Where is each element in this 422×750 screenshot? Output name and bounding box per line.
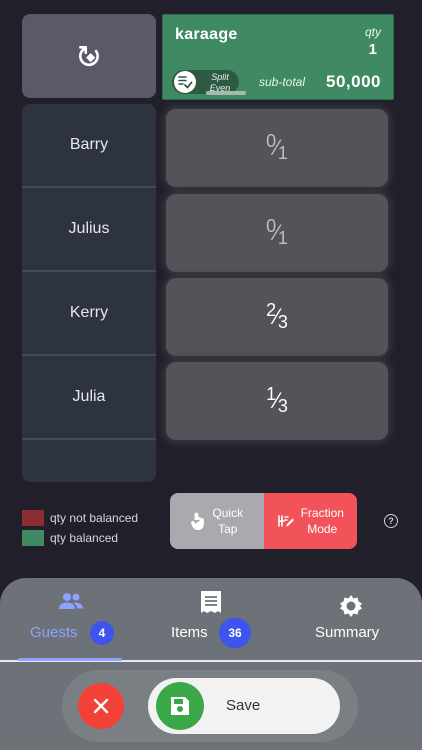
cancel-button[interactable]	[78, 683, 124, 729]
guests-count-badge: 4	[90, 621, 114, 645]
subtotal-label: sub-total	[259, 75, 306, 89]
action-tray: Save	[62, 670, 358, 742]
guest-row[interactable]: Julius	[22, 188, 156, 272]
guest-row[interactable]: Barry	[22, 104, 156, 188]
fraction-edit-icon	[277, 515, 294, 527]
fraction-value: 0 ⁄ 1	[266, 216, 288, 248]
tab-guests-label: Guests	[30, 624, 78, 641]
fraction-denominator: 3	[277, 312, 288, 332]
tab-summary[interactable]: Summary	[312, 578, 392, 662]
items-count-badge: 36	[219, 618, 251, 648]
not-balanced-swatch	[22, 510, 44, 526]
reset-split-button[interactable]	[22, 14, 156, 98]
floppy-disk-icon	[171, 697, 189, 715]
fraction-denominator: 1	[277, 143, 288, 163]
tab-bar: Guests 4 Items 36 Summary	[0, 578, 422, 662]
tap-hand-icon	[191, 512, 205, 530]
bottom-panel: Guests 4 Items 36 Summary Save	[0, 578, 422, 750]
people-icon	[59, 593, 83, 609]
fraction-cell-kerry[interactable]: 2 ⁄ 3	[166, 278, 388, 356]
active-tab-indicator	[18, 658, 122, 661]
receipt-icon	[201, 591, 221, 613]
qty-label: qty	[364, 25, 381, 39]
not-balanced-label: qty not balanced	[50, 511, 139, 525]
fraction-cell-julius[interactable]: 0 ⁄ 1	[166, 194, 388, 272]
fraction-denominator: 3	[277, 396, 288, 416]
fraction-cell-barry[interactable]: 0 ⁄ 1	[166, 109, 388, 187]
guest-list: Barry Julius Kerry Julia	[22, 104, 156, 482]
guest-row[interactable]: Kerry	[22, 272, 156, 356]
quick-tap-label: Quick Tap	[212, 505, 243, 537]
tab-summary-label: Summary	[315, 624, 380, 641]
fraction-numerator: 1	[266, 384, 277, 404]
guest-row[interactable]: Julia	[22, 356, 156, 440]
rotate-icon	[79, 46, 99, 67]
mode-toggle: Quick Tap Fraction Mode	[170, 493, 357, 549]
quick-tap-button[interactable]: Quick Tap	[170, 493, 264, 549]
save-label: Save	[226, 697, 261, 714]
fraction-mode-label: Fraction Mode	[301, 505, 344, 537]
balance-legend: qty not balanced qty balanced	[22, 508, 138, 548]
split-line-1: Split	[211, 72, 229, 82]
fraction-line-2: Mode	[307, 522, 338, 536]
qty-value: 1	[368, 41, 377, 58]
fraction-line-1: Fraction	[300, 506, 344, 520]
close-icon	[93, 698, 109, 714]
balanced-label: qty balanced	[50, 531, 119, 545]
tab-guests[interactable]: Guests 4	[18, 578, 122, 662]
quick-line-2: Tap	[218, 522, 238, 536]
subtotal-value: 50,000	[326, 72, 381, 91]
fraction-cell-julia[interactable]: 1 ⁄ 3	[166, 362, 388, 440]
item-card: karaage qty 1 Split Even sub-total 50,00…	[162, 14, 394, 100]
split-even-toggle[interactable]: Split Even	[172, 70, 246, 95]
fraction-value: 2 ⁄ 3	[266, 300, 288, 332]
balanced-swatch	[22, 530, 44, 546]
fraction-denominator: 1	[277, 228, 288, 248]
quick-line-1: Quick	[212, 506, 244, 520]
save-button[interactable]: Save	[148, 678, 340, 734]
item-name: karaage	[175, 26, 238, 43]
save-icon-badge	[156, 682, 204, 730]
fraction-value: 1 ⁄ 3	[266, 384, 288, 416]
tab-items-label: Items	[171, 624, 208, 641]
fraction-numerator: 0	[266, 216, 277, 236]
fraction-value: 0 ⁄ 1	[266, 131, 288, 163]
fraction-mode-button[interactable]: Fraction Mode	[263, 493, 357, 549]
fraction-numerator: 2	[266, 300, 277, 320]
tab-items[interactable]: Items 36	[170, 578, 260, 662]
split-check-icon	[174, 71, 196, 93]
help-icon[interactable]: ?	[384, 514, 398, 528]
fraction-numerator: 0	[266, 131, 277, 151]
split-indicator-bar	[206, 91, 246, 95]
gear-icon	[340, 595, 362, 617]
